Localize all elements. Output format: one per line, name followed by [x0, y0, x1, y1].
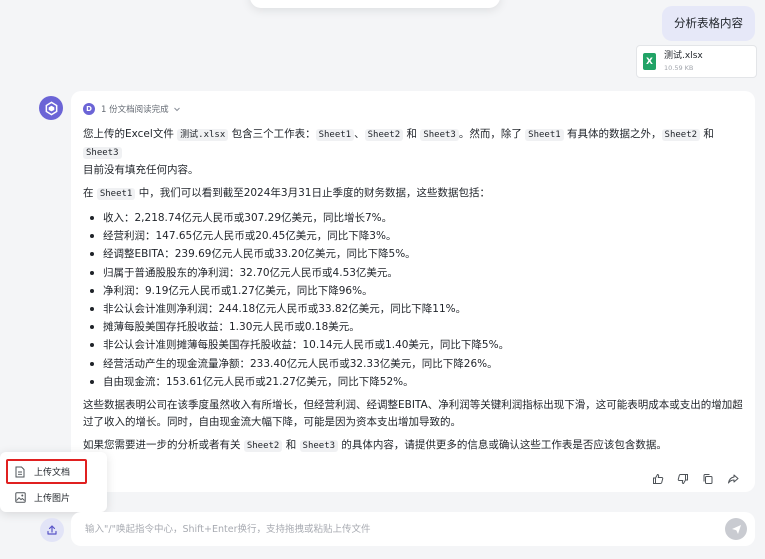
list-item: 归属于普通股股东的净利润：32.70亿元人民币或4.53亿美元。	[83, 264, 744, 282]
top-floating-bar	[250, 0, 500, 8]
list-item: 经营活动产生的现金流量净额：233.40亿元人民币或32.33亿美元，同比下降2…	[83, 355, 744, 373]
sheet3-code: Sheet3	[420, 129, 459, 141]
image-icon	[14, 491, 26, 503]
list-item: 非公认会计准则净利润：244.18亿元人民币或33.82亿美元，同比下降11%。	[83, 300, 744, 318]
answer-intro: 您上传的Excel文件 测试.xlsx 包含三个工作表： Sheet1、 Sheet…	[83, 128, 714, 176]
thumbs-down-icon[interactable]	[675, 471, 691, 487]
answer-analysis: 这些数据表明公司在该季度虽然收入有所增长，但经营利润、经调整EBITA、净利润等…	[83, 399, 743, 429]
user-message-text: 分析表格内容	[674, 16, 743, 30]
chat-input-bar	[71, 512, 755, 546]
doc-read-label: 1 份文档阅读完成	[101, 105, 169, 115]
attach-button[interactable]	[40, 518, 64, 542]
thumbs-up-icon[interactable]	[650, 471, 666, 487]
doc-read-status[interactable]: D 1 份文档阅读完成	[83, 101, 744, 117]
upload-document-button[interactable]: 上传文档	[6, 459, 87, 484]
send-icon	[731, 524, 741, 534]
attachment-file-size: 10.59 KB	[664, 63, 694, 72]
sheet2-code: Sheet2	[661, 129, 701, 141]
document-icon	[14, 466, 26, 478]
list-item: 摊薄每股美国存托股收益：1.30元人民币或0.18美元。	[83, 318, 744, 336]
assistant-avatar	[39, 96, 63, 120]
answer-closing: 如果您需要进一步的分析或者有关 Sheet2 和 Sheet3 的具体内容，请提…	[83, 439, 667, 453]
financial-data-list: 收入：2,218.74亿元人民币或307.29亿美元，同比增长7%。 经营利润：…	[83, 209, 744, 391]
list-item: 净利润：9.19亿元人民币或1.27亿美元，同比下降96%。	[83, 282, 744, 300]
send-button[interactable]	[725, 518, 747, 540]
attachment-file-card[interactable]: X 测试.xlsx 10.59 KB	[636, 45, 757, 78]
sheet1-code: Sheet1	[525, 129, 564, 141]
answer-actions	[650, 471, 741, 487]
chevron-down-icon	[173, 107, 180, 112]
xlsx-file-icon: X	[643, 53, 656, 70]
chat-input[interactable]	[85, 519, 705, 539]
sheet3-code: Sheet3	[83, 147, 122, 159]
assistant-answer-card: D 1 份文档阅读完成 您上传的Excel文件 测试.xlsx 包含三个工作表：…	[71, 91, 755, 492]
sheet1-code: Sheet1	[315, 129, 355, 141]
upload-menu: 上传文档 上传图片	[0, 452, 107, 512]
file-code: 测试.xlsx	[177, 129, 229, 141]
copy-icon[interactable]	[700, 471, 716, 487]
answer-lead: 在 Sheet1 中，我们可以看到截至2024年3月31日止季度的财务数据，这些…	[83, 187, 490, 200]
upload-image-label: 上传图片	[34, 493, 71, 504]
attachment-file-name: 测试.xlsx	[664, 50, 703, 61]
upload-document-label: 上传文档	[34, 468, 71, 478]
sheet2-code: Sheet2	[243, 440, 283, 453]
sheet2-code: Sheet2	[364, 129, 404, 141]
upload-image-button[interactable]: 上传图片	[6, 489, 70, 505]
share-icon[interactable]	[725, 471, 741, 487]
list-item: 经调整EBITA：239.69亿元人民币或33.20亿美元，同比下降5%。	[83, 245, 744, 263]
list-item: 自由现金流：153.61亿元人民币或21.27亿美元，同比下降52%。	[83, 373, 744, 391]
user-message-bubble: 分析表格内容	[662, 6, 755, 41]
sheet3-code: Sheet3	[299, 440, 339, 453]
list-item: 收入：2,218.74亿元人民币或307.29亿美元，同比增长7%。	[83, 209, 744, 227]
upload-icon	[47, 525, 57, 535]
list-item: 经营利润：147.65亿元人民币或20.45亿美元，同比下降3%。	[83, 227, 744, 245]
assistant-logo-icon	[45, 101, 57, 115]
doc-badge: D	[83, 103, 95, 115]
sheet1-code: Sheet1	[96, 188, 136, 200]
list-item: 非公认会计准则摊薄每股美国存托股收益：10.14元人民币或1.40美元，同比下降…	[83, 336, 744, 354]
